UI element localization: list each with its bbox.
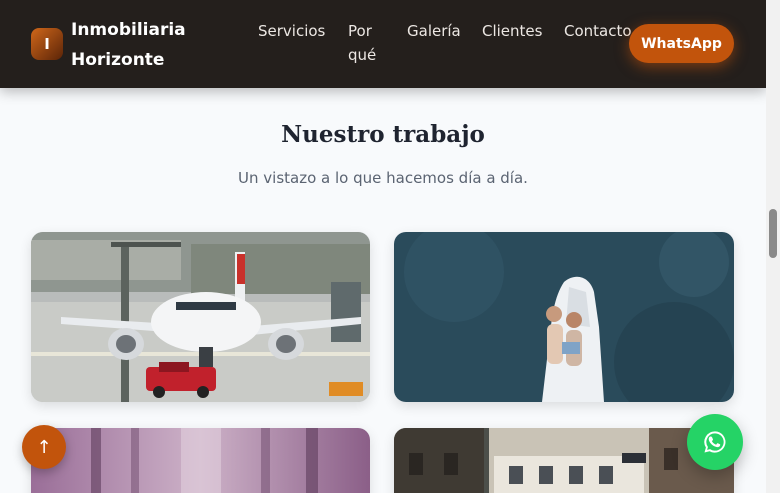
gallery-image-airplane[interactable] (31, 232, 370, 402)
nav-link-galeria[interactable]: Galería (407, 19, 461, 43)
scrollbar-thumb[interactable] (769, 209, 777, 258)
gallery-image-street[interactable] (394, 428, 734, 493)
whatsapp-icon (704, 431, 726, 453)
forest-photo (31, 428, 370, 493)
nav-link-servicios[interactable]: Servicios (258, 19, 325, 43)
nav-link-por-que[interactable]: Por qué (348, 19, 388, 67)
airplane-photo (31, 232, 370, 402)
nav-link-contacto[interactable]: Contacto (564, 19, 632, 43)
whatsapp-floating-button[interactable] (687, 414, 743, 470)
couple-photo (394, 232, 734, 402)
site-header: I Inmobiliaria Horizonte Servicios Por q… (0, 0, 766, 88)
section-subtitle: Un vistazo a lo que hacemos día a día. (238, 169, 528, 187)
gallery-image-couple[interactable] (394, 232, 734, 402)
whatsapp-button[interactable]: WhatsApp (629, 24, 734, 63)
brand-logo-letter: I (44, 35, 50, 53)
section-title: Nuestro trabajo (281, 121, 485, 148)
street-photo (394, 428, 734, 493)
brand-name[interactable]: Inmobiliaria Horizonte (71, 15, 211, 75)
arrow-up-icon: ↑ (36, 436, 52, 458)
nav-link-clientes[interactable]: Clientes (482, 19, 542, 43)
page-scrollbar[interactable] (766, 0, 780, 493)
brand-logo[interactable]: I (31, 28, 63, 60)
gallery-image-forest[interactable] (31, 428, 370, 493)
scroll-to-top-button[interactable]: ↑ (22, 425, 66, 469)
